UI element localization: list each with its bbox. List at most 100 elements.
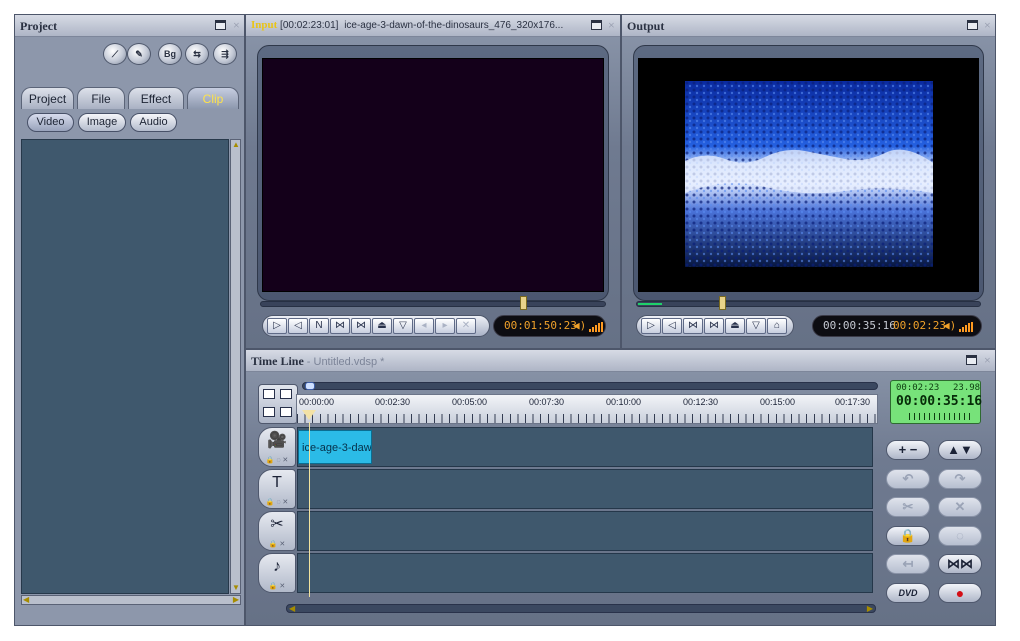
export-icon[interactable]: ⇶ <box>213 43 237 65</box>
output-video-screen[interactable] <box>638 58 979 292</box>
maximize-icon[interactable] <box>967 20 978 30</box>
mark-out-icon[interactable]: ▸ <box>435 318 455 334</box>
scroll-right-icon[interactable]: ▶ <box>867 605 873 613</box>
filter-audio-button[interactable]: Audio <box>130 113 177 132</box>
clear-mark-icon[interactable]: ✕ <box>456 318 476 334</box>
left-button[interactable]: ↤ <box>886 554 930 574</box>
tab-clip[interactable]: Clip <box>187 87 239 109</box>
project-vertical-scrollbar[interactable]: ▲ ▼ <box>230 139 241 594</box>
output-monitor-bezel <box>633 45 984 301</box>
project-horizontal-scrollbar[interactable]: ◀ ▶ <box>21 595 241 605</box>
scroll-left-icon[interactable]: ◀ <box>289 605 295 613</box>
ruler-label: 00:17:30 <box>835 397 871 407</box>
jump-frame-button[interactable]: ⋈⋈ <box>938 554 982 574</box>
filter-image-button[interactable]: Image <box>78 113 126 132</box>
next-frame-icon[interactable]: ⋈ <box>330 318 350 334</box>
record-button[interactable]: ● <box>938 583 982 603</box>
volume-level-icon[interactable] <box>589 322 603 332</box>
close-icon[interactable]: × <box>608 18 615 33</box>
ruler-label: 00:10:00 <box>606 397 642 407</box>
maximize-icon[interactable] <box>215 20 226 30</box>
input-seek-bar[interactable] <box>260 301 606 307</box>
new-track-icon[interactable] <box>263 389 275 399</box>
open-folder-icon[interactable] <box>280 389 292 399</box>
normal-speed-button[interactable]: N <box>309 318 329 334</box>
dvd-button[interactable]: DVD <box>886 583 930 603</box>
input-seek-handle[interactable] <box>519 296 527 310</box>
undo-button[interactable]: ↶ <box>886 469 930 489</box>
project-filename: - Untitled.vdsp * <box>306 356 385 368</box>
tab-project-label: Project <box>28 92 67 106</box>
effect-track-icon[interactable]: ✂ 🔒 ✕ <box>258 511 296 551</box>
text-track-icon[interactable]: T 🔒 ◌ ✕ <box>258 469 296 509</box>
volume-icon[interactable]: ◀) <box>943 316 956 336</box>
playhead-line <box>309 422 310 597</box>
new-project-icon[interactable]: ⟋ <box>103 43 127 65</box>
filter-video-button[interactable]: Video <box>27 113 74 132</box>
bg-button[interactable]: Bg <box>158 43 182 65</box>
effect-track[interactable] <box>297 511 873 551</box>
tab-project[interactable]: Project <box>21 87 74 109</box>
tab-file[interactable]: File <box>77 87 125 109</box>
zoom-handle[interactable] <box>305 382 315 390</box>
audio-track-icon[interactable]: ♪ 🔒 ✕ <box>258 553 296 593</box>
timeline-zoom-bar[interactable] <box>302 382 878 390</box>
video-track[interactable]: ice-age-3-daw <box>297 427 873 467</box>
close-icon[interactable]: × <box>233 18 240 33</box>
output-total-time: 00:02:23 <box>893 319 946 332</box>
close-icon[interactable]: × <box>984 18 991 33</box>
scroll-up-icon[interactable]: ▲ <box>232 141 240 149</box>
volume-icon[interactable]: ◀) <box>573 316 586 336</box>
input-video-screen[interactable] <box>262 58 604 292</box>
timeline-horizontal-scrollbar[interactable]: ◀ ▶ <box>286 604 876 613</box>
next-frame-icon[interactable]: ⋈ <box>683 318 703 334</box>
tab-clip-label: Clip <box>202 92 224 106</box>
eject-icon[interactable]: ⏏ <box>372 318 392 334</box>
tab-effect[interactable]: Effect <box>128 87 184 109</box>
close-icon[interactable]: × <box>984 353 991 368</box>
scroll-right-icon[interactable]: ▶ <box>233 596 239 604</box>
volume-level-icon[interactable] <box>959 322 973 332</box>
scroll-down-icon[interactable]: ▼ <box>232 584 240 592</box>
audio-track[interactable] <box>297 553 873 593</box>
track-up-down-button[interactable]: ▲▼ <box>938 440 982 460</box>
reverse-play-icon[interactable]: ◁ <box>288 318 308 334</box>
project-panel-title: Project <box>20 19 58 33</box>
input-panel-title-row: Input [00:02:23:01] ice-age-3-dawn-of-th… <box>251 19 563 31</box>
maximize-icon[interactable] <box>966 355 977 365</box>
timeline-ruler[interactable]: 00:00:00 00:02:30 00:05:00 00:07:30 00:1… <box>296 394 878 424</box>
bg-label: Bg <box>164 49 176 59</box>
down-icon[interactable]: ▽ <box>746 318 766 334</box>
snapshot-icon[interactable]: ⌂ <box>767 318 787 334</box>
video-track-icon[interactable]: 🎥 🔒 ◌ ✕ <box>258 427 296 467</box>
prev-frame-icon[interactable]: ⋈ <box>704 318 724 334</box>
scroll-left-icon[interactable]: ◀ <box>23 596 29 604</box>
output-transport-bar: ▷ ◁ ⋈ ⋈ ⏏ ▽ ⌂ <box>636 315 794 337</box>
input-time-value: 00:01:50:23 <box>504 319 577 332</box>
clip-list[interactable] <box>21 139 229 594</box>
playhead-marker[interactable] <box>302 410 316 420</box>
prev-frame-icon[interactable]: ⋈ <box>351 318 371 334</box>
timeline-header: Time Line - Untitled.vdsp * × <box>246 350 995 372</box>
delete-button[interactable]: ✕ <box>938 497 982 517</box>
lock-button[interactable]: 🔒 <box>886 526 930 546</box>
timeline-view-icon[interactable] <box>280 407 292 417</box>
mark-in-icon[interactable]: ◂ <box>414 318 434 334</box>
play-icon[interactable]: ▷ <box>267 318 287 334</box>
play-icon[interactable]: ▷ <box>641 318 661 334</box>
reverse-play-icon[interactable]: ◁ <box>662 318 682 334</box>
zoom-in-out-button[interactable]: + − <box>886 440 930 460</box>
capture-icon[interactable]: ⇆ <box>185 43 209 65</box>
ruler-ticks <box>297 414 877 423</box>
split-button[interactable]: ✂ <box>886 497 930 517</box>
storyboard-icon[interactable] <box>263 407 275 417</box>
output-seek-handle[interactable] <box>719 296 727 310</box>
mark-icon[interactable]: ▽ <box>393 318 413 334</box>
open-project-icon[interactable]: ✎ <box>127 43 151 65</box>
maximize-icon[interactable] <box>591 20 602 30</box>
redo-button[interactable]: ↷ <box>938 469 982 489</box>
text-track[interactable] <box>297 469 873 509</box>
output-seek-bar[interactable] <box>636 301 981 307</box>
up-icon[interactable]: ⏏ <box>725 318 745 334</box>
unlock-button[interactable]: ◌ <box>938 526 982 546</box>
